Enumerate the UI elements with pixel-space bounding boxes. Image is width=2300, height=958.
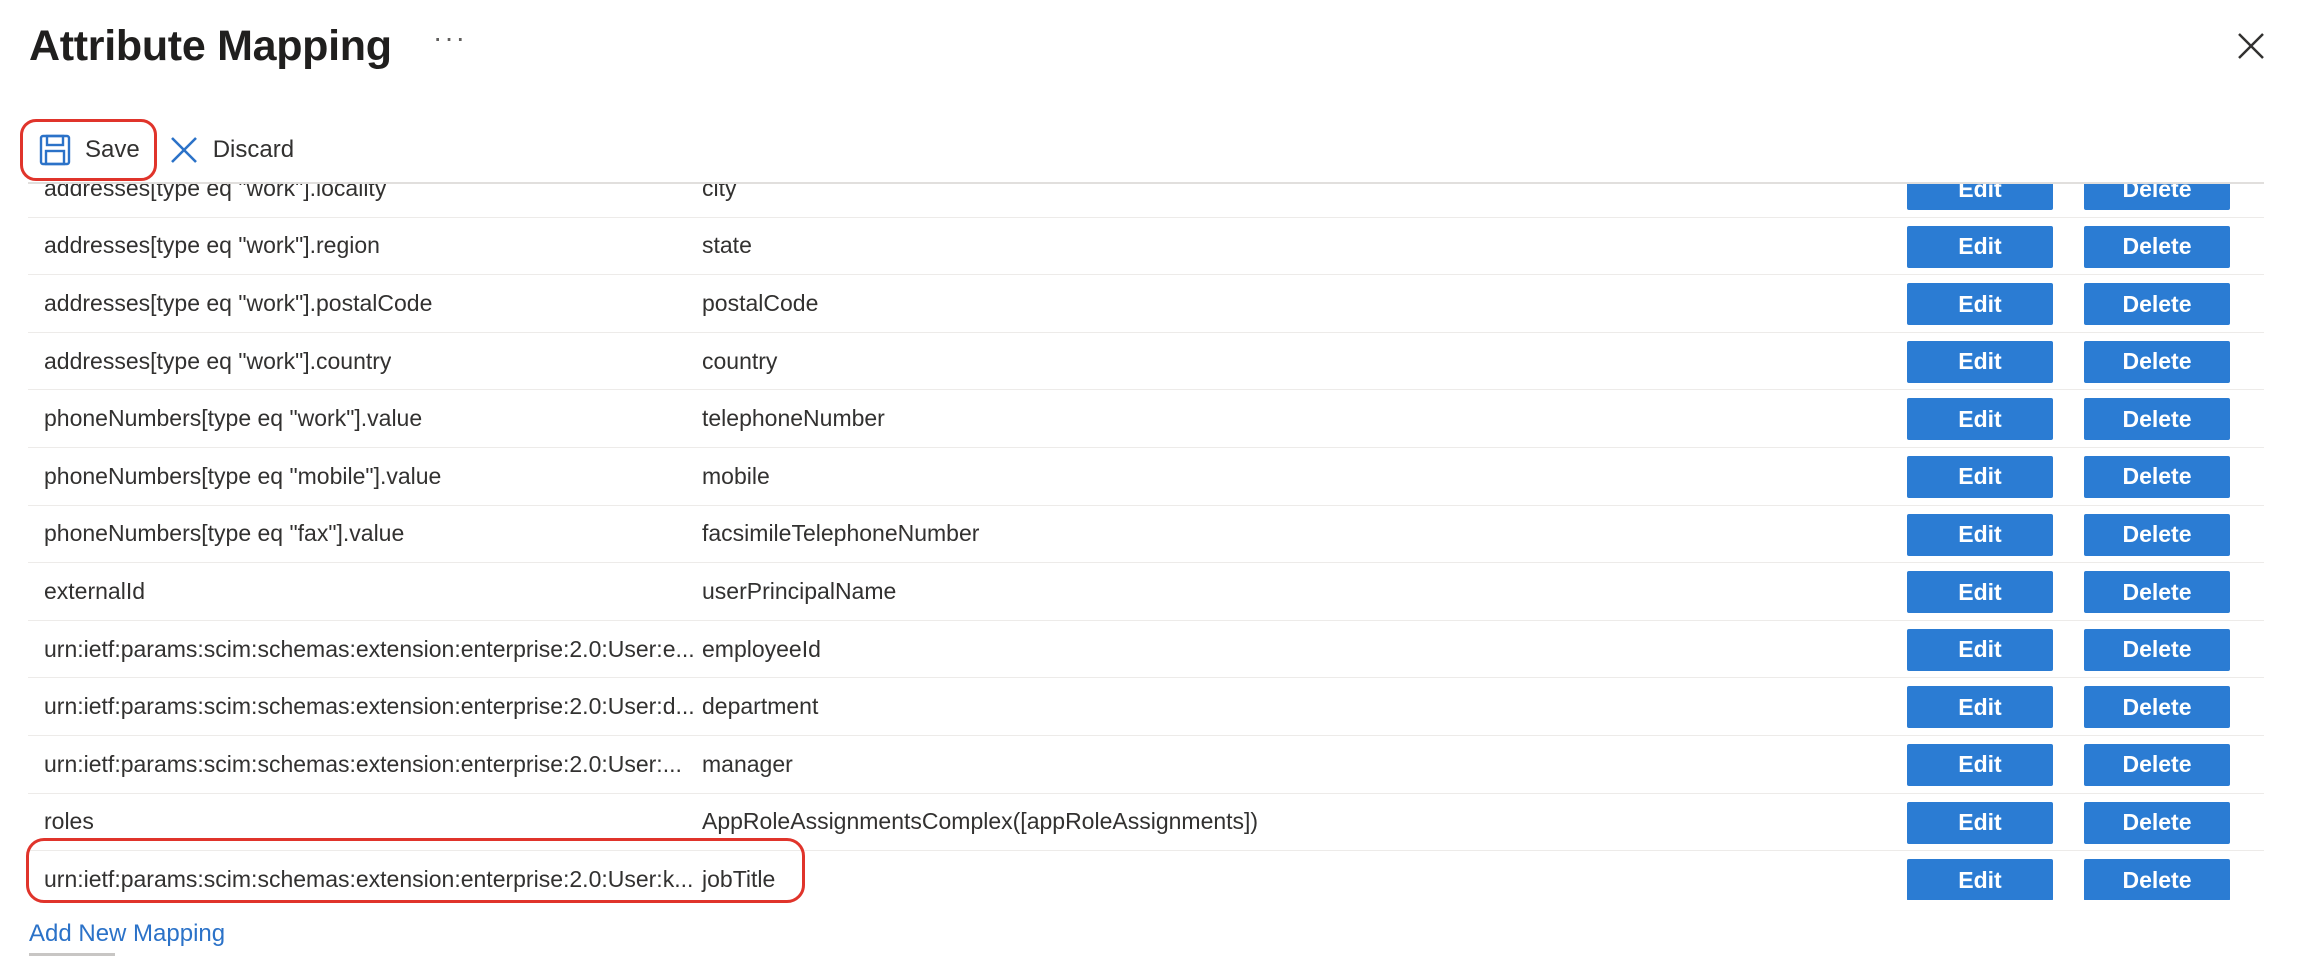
mapping-row: addresses[type eq "work"].postalCode pos… <box>28 275 2264 333</box>
save-label: Save <box>85 136 140 163</box>
edit-button[interactable]: Edit <box>1907 283 2053 326</box>
delete-button[interactable]: Delete <box>2084 184 2230 210</box>
delete-button[interactable]: Delete <box>2084 398 2230 441</box>
target-attribute: manager <box>702 750 793 777</box>
target-attribute: telephoneNumber <box>702 405 885 432</box>
source-attribute: urn:ietf:params:scim:schemas:extension:e… <box>44 635 695 662</box>
page-title: Attribute Mapping <box>29 21 392 70</box>
edit-button[interactable]: Edit <box>1907 686 2053 729</box>
source-attribute: addresses[type eq "work"].country <box>44 347 392 374</box>
mapping-list[interactable]: addresses[type eq "work"].locality city … <box>28 182 2264 900</box>
delete-button[interactable]: Delete <box>2084 225 2230 268</box>
edit-button[interactable]: Edit <box>1907 801 2053 844</box>
edit-button[interactable]: Edit <box>1907 859 2053 900</box>
page-header: Attribute Mapping <box>29 16 392 76</box>
edit-button[interactable]: Edit <box>1907 628 2053 671</box>
add-new-mapping-link[interactable]: Add New Mapping <box>29 920 225 948</box>
save-button[interactable]: Save <box>20 119 157 181</box>
delete-button[interactable]: Delete <box>2084 455 2230 498</box>
target-attribute: jobTitle <box>702 865 776 892</box>
delete-button[interactable]: Delete <box>2084 513 2230 556</box>
mapping-row: addresses[type eq "work"].region state E… <box>28 218 2264 276</box>
source-attribute: urn:ietf:params:scim:schemas:extension:e… <box>44 865 694 892</box>
target-attribute: employeeId <box>702 635 821 662</box>
scroll-indicator <box>29 953 115 956</box>
edit-button[interactable]: Edit <box>1907 571 2053 614</box>
mapping-row: roles AppRoleAssignmentsComplex([appRole… <box>28 794 2264 852</box>
mapping-row: addresses[type eq "work"].country countr… <box>28 333 2264 391</box>
edit-button[interactable]: Edit <box>1907 340 2053 383</box>
command-bar: Save Discard <box>20 118 310 182</box>
edit-button[interactable]: Edit <box>1907 455 2053 498</box>
source-attribute: addresses[type eq "work"].postalCode <box>44 289 433 316</box>
delete-button[interactable]: Delete <box>2084 283 2230 326</box>
edit-button[interactable]: Edit <box>1907 513 2053 556</box>
source-attribute: externalId <box>44 577 146 604</box>
delete-button[interactable]: Delete <box>2084 628 2230 671</box>
mapping-row: phoneNumbers[type eq "fax"].value facsim… <box>28 506 2264 564</box>
target-attribute: facsimileTelephoneNumber <box>702 520 980 547</box>
save-icon <box>39 134 71 166</box>
mapping-row: addresses[type eq "work"].locality city … <box>28 182 2264 218</box>
source-attribute: phoneNumbers[type eq "work"].value <box>44 405 423 432</box>
target-attribute: userPrincipalName <box>702 577 897 604</box>
target-attribute: AppRoleAssignmentsComplex([appRoleAssign… <box>702 808 1259 835</box>
source-attribute: addresses[type eq "work"].locality <box>44 182 387 201</box>
source-attribute: roles <box>44 808 94 835</box>
delete-button[interactable]: Delete <box>2084 801 2230 844</box>
edit-button[interactable]: Edit <box>1907 398 2053 441</box>
more-icon[interactable]: ··· <box>433 22 467 54</box>
discard-label: Discard <box>212 136 295 163</box>
edit-button[interactable]: Edit <box>1907 743 2053 786</box>
target-attribute: city <box>702 182 737 201</box>
source-attribute: urn:ietf:params:scim:schemas:extension:e… <box>44 693 695 720</box>
delete-button[interactable]: Delete <box>2084 859 2230 900</box>
mapping-row: phoneNumbers[type eq "mobile"].value mob… <box>28 448 2264 506</box>
mapping-row: urn:ietf:params:scim:schemas:extension:e… <box>28 678 2264 736</box>
discard-button[interactable]: Discard <box>157 119 310 181</box>
edit-button[interactable]: Edit <box>1907 225 2053 268</box>
delete-button[interactable]: Delete <box>2084 571 2230 614</box>
delete-button[interactable]: Delete <box>2084 686 2230 729</box>
target-attribute: mobile <box>702 462 770 489</box>
delete-button[interactable]: Delete <box>2084 340 2230 383</box>
target-attribute: postalCode <box>702 289 819 316</box>
source-attribute: phoneNumbers[type eq "mobile"].value <box>44 462 442 489</box>
target-attribute: state <box>702 232 752 259</box>
mapping-row: phoneNumbers[type eq "work"].value telep… <box>28 390 2264 448</box>
edit-button[interactable]: Edit <box>1907 184 2053 210</box>
discard-icon <box>170 137 197 163</box>
mapping-row: urn:ietf:params:scim:schemas:extension:e… <box>28 851 2264 900</box>
source-attribute: addresses[type eq "work"].region <box>44 232 380 259</box>
delete-button[interactable]: Delete <box>2084 743 2230 786</box>
mapping-row: urn:ietf:params:scim:schemas:extension:e… <box>28 621 2264 679</box>
target-attribute: country <box>702 347 778 374</box>
mapping-row: externalId userPrincipalName Edit Delete <box>28 563 2264 621</box>
close-icon[interactable] <box>2233 28 2269 64</box>
source-attribute: urn:ietf:params:scim:schemas:extension:e… <box>44 750 682 777</box>
source-attribute: phoneNumbers[type eq "fax"].value <box>44 520 405 547</box>
mapping-row: urn:ietf:params:scim:schemas:extension:e… <box>28 736 2264 794</box>
target-attribute: department <box>702 693 819 720</box>
